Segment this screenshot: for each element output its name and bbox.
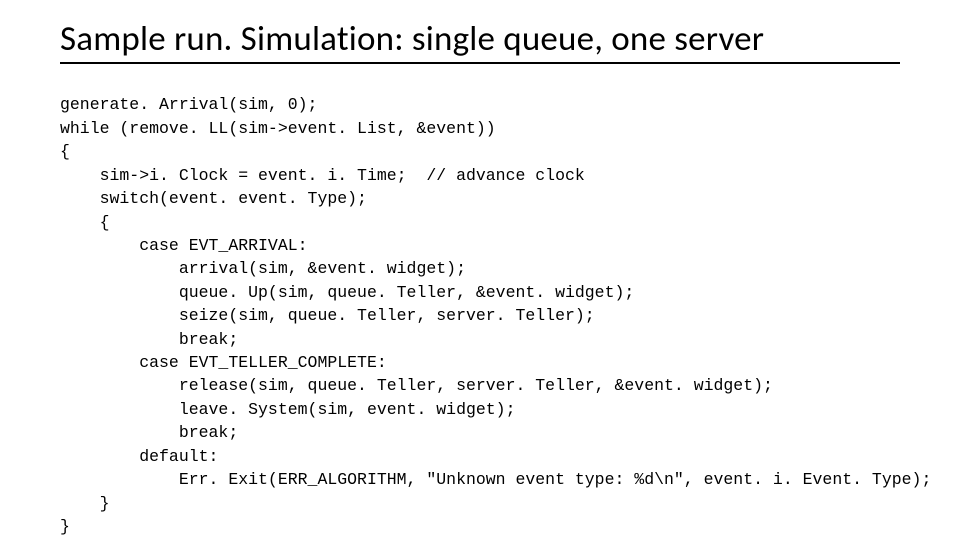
code-line: {: [60, 142, 70, 161]
code-line: default:: [60, 447, 218, 466]
code-line: case EVT_ARRIVAL:: [60, 236, 308, 255]
code-line: queue. Up(sim, queue. Teller, &event. wi…: [60, 283, 634, 302]
code-line: }: [60, 517, 70, 536]
page-title: Sample run. Simulation: single queue, on…: [60, 18, 900, 64]
code-block: generate. Arrival(sim, 0); while (remove…: [60, 70, 900, 538]
code-line: arrival(sim, &event. widget);: [60, 259, 466, 278]
code-line: }: [60, 494, 110, 513]
code-line: switch(event. event. Type);: [60, 189, 367, 208]
code-line: Err. Exit(ERR_ALGORITHM, "Unknown event …: [60, 470, 931, 489]
slide: Sample run. Simulation: single queue, on…: [0, 0, 960, 538]
code-line: break;: [60, 423, 238, 442]
code-line: leave. System(sim, event. widget);: [60, 400, 515, 419]
code-line: release(sim, queue. Teller, server. Tell…: [60, 376, 773, 395]
code-line: case EVT_TELLER_COMPLETE:: [60, 353, 387, 372]
code-line: {: [60, 213, 110, 232]
code-line: break;: [60, 330, 238, 349]
code-line: seize(sim, queue. Teller, server. Teller…: [60, 306, 595, 325]
code-line: sim->i. Clock = event. i. Time; // advan…: [60, 166, 585, 185]
code-line: while (remove. LL(sim->event. List, &eve…: [60, 119, 496, 138]
code-line: generate. Arrival(sim, 0);: [60, 95, 317, 114]
